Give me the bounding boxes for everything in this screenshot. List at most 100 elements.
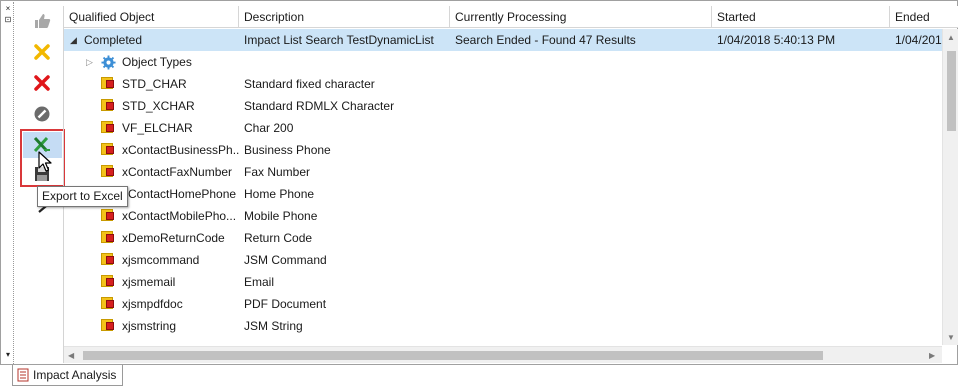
field-icon: [101, 77, 115, 91]
description-cell: JSM Command: [244, 253, 327, 267]
field-icon: [101, 297, 115, 311]
table-row[interactable]: STD_XCHAR Standard RDMLX Character: [64, 95, 944, 117]
scroll-right-icon[interactable]: ▶: [929, 351, 935, 361]
qualified-object-cell: STD_CHAR: [122, 77, 187, 91]
column-header-description[interactable]: Description: [239, 6, 450, 28]
qualified-object-cell: xContactMobilePho...: [122, 209, 237, 223]
table-row[interactable]: VF_ELCHAR Char 200: [64, 117, 944, 139]
qualified-object-cell: STD_XCHAR: [122, 99, 195, 113]
qualified-object-cell: xContactBusinessPh...: [122, 143, 240, 157]
processing-cell: [455, 117, 710, 139]
description-cell: Mobile Phone: [244, 209, 318, 223]
vertical-scrollbar[interactable]: ▲ ▼: [942, 29, 958, 345]
export-tooltip: Export to Excel: [37, 186, 128, 207]
started-cell: [717, 161, 889, 183]
ended-cell: [895, 117, 943, 139]
table-row[interactable]: STD_CHAR Standard fixed character: [64, 73, 944, 95]
impact-analysis-panel: × ⊡ ▾ Export to Excel Qualified Object D…: [0, 0, 958, 365]
scroll-down-icon[interactable]: ▼: [947, 333, 955, 343]
description-cell: [244, 51, 449, 73]
field-icon: [101, 319, 115, 333]
thumbs-up-icon: [35, 14, 51, 28]
table-row[interactable]: xjsmemail Email: [64, 271, 944, 293]
started-cell: [717, 139, 889, 161]
started-cell: [717, 227, 889, 249]
grid-header: Qualified Object Description Currently P…: [64, 6, 958, 28]
mouse-cursor-icon: [38, 151, 52, 172]
ended-cell: [895, 227, 943, 249]
tab-impact-analysis[interactable]: Impact Analysis: [12, 365, 124, 386]
field-icon: [101, 231, 115, 245]
description-cell: Return Code: [244, 231, 313, 245]
cancel-button[interactable]: [31, 103, 53, 125]
dock-strip: × ⊡ ▾: [2, 2, 14, 364]
qualified-object-cell: VF_ELCHAR: [122, 121, 193, 135]
column-header-qualified-object[interactable]: Qualified Object: [64, 6, 239, 28]
expand-toggle-icon[interactable]: ◢: [70, 29, 77, 51]
pin-panel-button[interactable]: ⊡: [4, 16, 12, 24]
processing-cell: [455, 227, 710, 249]
processing-cell: [455, 161, 710, 183]
clear-button[interactable]: [31, 41, 53, 63]
started-cell: [717, 271, 889, 293]
description-cell: JSM String: [244, 319, 303, 333]
horizontal-scrollbar[interactable]: ◀ ▶: [64, 346, 942, 363]
started-cell: [717, 183, 889, 205]
table-row[interactable]: xContactMobilePho... Mobile Phone: [64, 205, 944, 227]
table-row[interactable]: xjsmpdfdoc PDF Document: [64, 293, 944, 315]
table-row[interactable]: xjsmcommand JSM Command: [64, 249, 944, 271]
started-cell: [717, 73, 889, 95]
document-icon: [17, 368, 29, 382]
ended-cell: [895, 139, 943, 161]
started-cell: [717, 205, 889, 227]
horizontal-scroll-thumb[interactable]: [83, 351, 823, 360]
field-icon: [101, 165, 115, 179]
processing-cell: [455, 73, 710, 95]
results-grid: Qualified Object Description Currently P…: [63, 6, 958, 363]
table-row[interactable]: xDemoReturnCode Return Code: [64, 227, 944, 249]
field-icon: [101, 275, 115, 289]
ended-cell: [895, 95, 943, 117]
ended-cell: [895, 249, 943, 271]
qualified-object-cell: Completed: [84, 33, 143, 47]
processing-cell: [455, 205, 710, 227]
qualified-object-cell: xjsmpdfdoc: [122, 297, 183, 311]
table-row[interactable]: ▷ Object Types: [64, 51, 944, 73]
scroll-left-icon[interactable]: ◀: [68, 351, 74, 361]
ended-cell: [895, 161, 943, 183]
column-header-ended[interactable]: Ended: [890, 6, 958, 28]
table-row[interactable]: xContactBusinessPh... Business Phone: [64, 139, 944, 161]
qualified-object-cell: xjsmcommand: [122, 253, 200, 267]
started-cell: [717, 51, 889, 73]
qualified-object-cell: xContactFaxNumber: [122, 165, 233, 179]
dock-menu-button[interactable]: ▾: [4, 351, 12, 359]
description-cell: Standard RDMLX Character: [244, 99, 395, 113]
delete-button[interactable]: [31, 72, 53, 94]
table-row[interactable]: xContactHomePhone Home Phone: [64, 183, 944, 205]
started-cell: [717, 249, 889, 271]
description-cell: Char 200: [244, 121, 294, 135]
column-header-started[interactable]: Started: [712, 6, 890, 28]
table-row[interactable]: xjsmstring JSM String: [64, 315, 944, 337]
description-cell: PDF Document: [244, 297, 327, 311]
table-row[interactable]: ◢ Completed Impact List Search TestDynamic…: [64, 29, 944, 51]
scroll-up-icon[interactable]: ▲: [947, 33, 955, 43]
ended-cell: [895, 293, 943, 315]
processing-cell: [455, 95, 710, 117]
started-cell: [717, 293, 889, 315]
table-row[interactable]: xContactFaxNumber Fax Number: [64, 161, 944, 183]
started-cell: 1/04/2018 5:40:13 PM: [717, 33, 836, 47]
qualified-object-cell: xContactHomePhone: [122, 187, 237, 201]
tab-label: Impact Analysis: [33, 368, 117, 382]
clear-icon: [34, 44, 50, 60]
approve-button[interactable]: [31, 10, 53, 32]
processing-cell: [455, 271, 710, 293]
vertical-scroll-thumb[interactable]: [947, 51, 956, 131]
ended-cell: [895, 73, 943, 95]
description-cell: Impact List Search TestDynamicList: [244, 33, 434, 47]
column-header-currently-processing[interactable]: Currently Processing: [450, 6, 712, 28]
expand-toggle-icon[interactable]: ▷: [86, 51, 93, 73]
field-icon: [101, 121, 115, 135]
close-panel-button[interactable]: ×: [4, 5, 12, 13]
started-cell: [717, 315, 889, 337]
